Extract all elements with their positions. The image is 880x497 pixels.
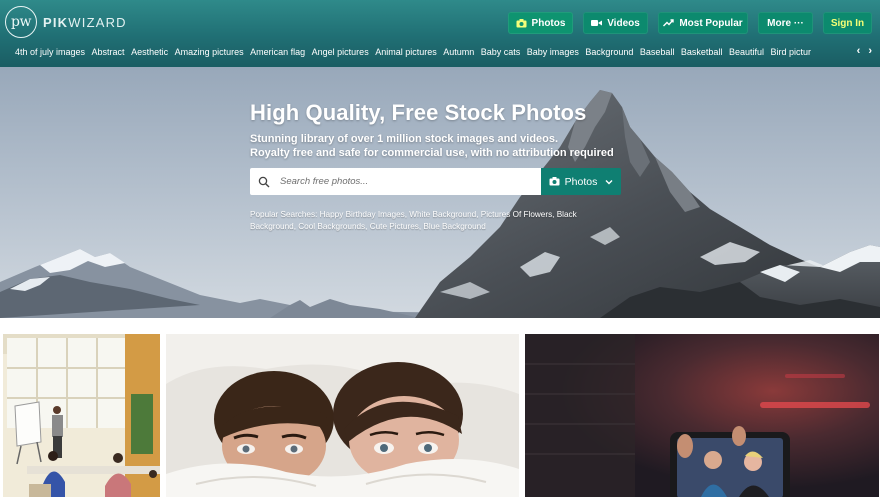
category-bar: 4th of july images Abstract Aesthetic Amazi… bbox=[0, 42, 880, 62]
nav-more-button[interactable]: More ··· bbox=[758, 12, 813, 34]
category-link[interactable]: Bird pictur bbox=[770, 47, 811, 57]
camera-icon bbox=[516, 18, 527, 28]
category-link[interactable]: Autumn bbox=[443, 47, 474, 57]
category-prev-arrow[interactable]: ‹ bbox=[857, 45, 861, 57]
sign-in-label: Sign In bbox=[830, 17, 865, 29]
category-link[interactable]: 4th of july images bbox=[15, 47, 85, 57]
hero-title: High Quality, Free Stock Photos bbox=[250, 100, 587, 125]
popular-searches: Popular Searches: Happy Birthday Images,… bbox=[250, 209, 620, 233]
search-bar[interactable] bbox=[250, 168, 541, 195]
trending-icon bbox=[663, 19, 675, 27]
category-link[interactable]: Angel pictures bbox=[312, 47, 369, 57]
chevron-down-icon bbox=[605, 179, 613, 185]
photo-thumbnail-selfie-night[interactable] bbox=[525, 334, 879, 497]
pikwizard-logo[interactable]: pw PIKWIZARD bbox=[5, 6, 127, 38]
logo-mark: pw bbox=[5, 6, 37, 38]
search-type-label: Photos bbox=[564, 175, 598, 188]
category-link[interactable]: Aesthetic bbox=[131, 47, 168, 57]
category-link[interactable]: Animal pictures bbox=[375, 47, 437, 57]
logo-wordmark: PIKWIZARD bbox=[43, 14, 127, 30]
category-list: 4th of july images Abstract Aesthetic Amazi… bbox=[0, 47, 830, 57]
category-link[interactable]: Baseball bbox=[640, 47, 675, 57]
camera-icon bbox=[549, 177, 560, 186]
category-link[interactable]: Basketball bbox=[681, 47, 723, 57]
nav-photos-button[interactable]: Photos bbox=[508, 12, 573, 34]
nav-videos-label: Videos bbox=[607, 17, 640, 29]
nav-videos-button[interactable]: Videos bbox=[583, 12, 648, 34]
category-link[interactable]: Beautiful bbox=[729, 47, 764, 57]
category-link[interactable]: Abstract bbox=[92, 47, 125, 57]
search-input[interactable] bbox=[280, 176, 530, 187]
search-type-dropdown[interactable]: Photos bbox=[541, 168, 621, 195]
photo-thumbnail-couple-blanket[interactable] bbox=[166, 334, 519, 497]
nav-more-label: More ··· bbox=[767, 17, 804, 29]
hero-subtitle-line-2: Royalty free and safe for commercial use… bbox=[250, 147, 614, 159]
popular-searches-label: Popular Searches: bbox=[250, 210, 318, 219]
category-link[interactable]: Amazing pictures bbox=[175, 47, 244, 57]
video-camera-icon bbox=[591, 19, 603, 27]
category-link[interactable]: American flag bbox=[250, 47, 305, 57]
nav-most-popular-button[interactable]: Most Popular bbox=[658, 12, 748, 34]
hero-subtitle: Stunning library of over 1 million stock… bbox=[250, 132, 614, 160]
category-link[interactable]: Baby cats bbox=[481, 47, 521, 57]
category-arrows: ‹ › bbox=[857, 45, 872, 57]
nav-photos-label: Photos bbox=[531, 17, 566, 29]
hero-subtitle-line-1: Stunning library of over 1 million stock… bbox=[250, 133, 559, 145]
top-header: pw PIKWIZARD Photos Videos Most Popular … bbox=[0, 0, 880, 67]
photo-grid bbox=[0, 318, 880, 497]
sign-in-button[interactable]: Sign In bbox=[823, 12, 872, 34]
category-link[interactable]: Baby images bbox=[527, 47, 579, 57]
category-link[interactable]: Background bbox=[585, 47, 633, 57]
hero-banner: High Quality, Free Stock Photos Stunning… bbox=[0, 67, 880, 318]
category-next-arrow[interactable]: › bbox=[868, 45, 872, 57]
photo-thumbnail-office-meeting[interactable] bbox=[3, 334, 160, 497]
nav-most-popular-label: Most Popular bbox=[679, 17, 743, 29]
search-icon bbox=[258, 176, 270, 188]
